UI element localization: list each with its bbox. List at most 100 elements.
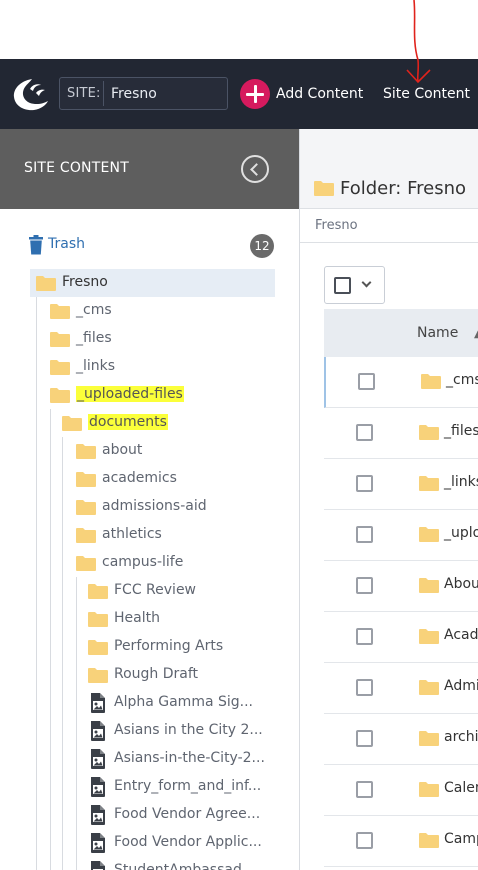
folder-icon	[50, 388, 70, 403]
tree-item-folder[interactable]: about	[0, 437, 290, 465]
sidebar-header: SITE CONTENT	[0, 129, 299, 209]
site-label: SITE:	[67, 86, 101, 101]
tree-item-folder[interactable]: _links	[0, 353, 290, 381]
row-name-link[interactable]: _files	[444, 423, 478, 439]
tree-item-folder[interactable]: Rough Draft	[0, 661, 290, 689]
main-header: Folder: Fresno	[300, 129, 478, 209]
table-header: Name ▲	[324, 309, 478, 357]
folder-icon	[50, 304, 70, 319]
row-name-link[interactable]: Academics	[444, 627, 478, 643]
table-row[interactable]: About	[324, 561, 478, 612]
tree-item-folder[interactable]: _uploaded-files	[0, 381, 290, 409]
breadcrumb-item[interactable]: Fresno	[315, 218, 358, 233]
row-checkbox[interactable]	[356, 526, 373, 543]
tree-item-folder[interactable]: Health	[0, 605, 290, 633]
image-file-icon	[91, 721, 105, 741]
row-checkbox[interactable]	[356, 679, 373, 696]
trash-label: Trash	[48, 236, 85, 252]
sidebar: SITE CONTENT Trash 12 Fresno _cms _files _l…	[0, 129, 300, 870]
table-row[interactable]: archive	[324, 714, 478, 765]
row-checkbox[interactable]	[356, 730, 373, 747]
row-checkbox[interactable]	[356, 781, 373, 798]
select-all-checkbox[interactable]	[334, 277, 351, 294]
tree-item-folder[interactable]: athletics	[0, 521, 290, 549]
row-name-link[interactable]: _cms	[446, 372, 478, 388]
row-name-link[interactable]: Calendar	[444, 780, 478, 796]
tree-item-label: StudentAmbassad...	[114, 862, 256, 870]
row-checkbox[interactable]	[356, 424, 373, 441]
image-file-icon	[91, 805, 105, 825]
tree-item-file[interactable]: Food Vendor Agree...	[0, 801, 290, 829]
table-row[interactable]: Calendar	[324, 765, 478, 816]
tree-item-folder[interactable]: _cms	[0, 297, 290, 325]
column-header-name[interactable]: Name	[417, 325, 458, 341]
tree-item-label: _files	[76, 330, 112, 346]
row-name-link[interactable]: Admissions	[444, 678, 478, 694]
table-row[interactable]: _files	[324, 408, 478, 459]
tree-item-label: _links	[76, 358, 116, 374]
row-name-link[interactable]: About	[444, 576, 478, 592]
tree-item-folder[interactable]: Fresno	[30, 269, 275, 297]
row-checkbox[interactable]	[356, 475, 373, 492]
tree-item-folder[interactable]: academics	[0, 465, 290, 493]
tree-item-label: Performing Arts	[114, 638, 224, 654]
table-row[interactable]: _cms	[324, 357, 478, 408]
tree-item-label: Asians in the City 2...	[114, 722, 263, 738]
folder-icon	[76, 556, 96, 571]
folder-icon	[36, 276, 56, 291]
add-content-button[interactable]: Add Content	[240, 79, 363, 109]
site-content-link[interactable]: Site Content	[383, 86, 470, 102]
folder-icon	[88, 584, 108, 599]
folder-icon	[419, 680, 439, 695]
table-row[interactable]: Academics	[324, 612, 478, 663]
tree-item-file[interactable]: Asians-in-the-City-2...	[0, 745, 290, 773]
row-checkbox[interactable]	[356, 577, 373, 594]
table-row[interactable]: _links	[324, 459, 478, 510]
table-row[interactable]: Campus Life	[324, 816, 478, 867]
tree-item-label: Food Vendor Agree...	[114, 806, 261, 822]
folder-icon	[421, 374, 441, 389]
cascade-logo-icon[interactable]	[10, 75, 50, 113]
row-name-link[interactable]: Campus Life	[444, 831, 478, 847]
row-checkbox[interactable]	[356, 628, 373, 645]
row-name-link[interactable]: _uploaded-files	[444, 525, 478, 541]
tree-item-label: campus-life	[102, 554, 184, 570]
trash-link[interactable]: Trash 12	[28, 233, 278, 258]
row-name-link[interactable]: archive	[444, 729, 478, 745]
collapse-sidebar-icon[interactable]	[241, 155, 269, 183]
tree-item-folder[interactable]: campus-life	[0, 549, 290, 577]
select-all-dropdown[interactable]	[324, 266, 385, 304]
table-row[interactable]: _uploaded-files	[324, 510, 478, 561]
chevron-down-icon	[361, 277, 372, 288]
tree-item-file[interactable]: Asians in the City 2...	[0, 717, 290, 745]
folder-icon	[419, 527, 439, 542]
tree-item-label: athletics	[102, 526, 162, 542]
tree-item-file[interactable]: Food Vendor Applic...	[0, 829, 290, 857]
tree-item-folder[interactable]: FCC Review	[0, 577, 290, 605]
tree-item-label: Rough Draft	[114, 666, 199, 682]
tree-item-folder[interactable]: admissions-aid	[0, 493, 290, 521]
tree-item-label: Food Vendor Applic...	[114, 834, 262, 850]
site-selector[interactable]: SITE: Fresno	[59, 77, 228, 110]
tree-item-folder[interactable]: documents	[0, 409, 290, 437]
folder-icon	[50, 360, 70, 375]
folder-icon	[419, 833, 439, 848]
site-divider	[103, 81, 104, 106]
tree-item-folder[interactable]: Performing Arts	[0, 633, 290, 661]
tree-item-file[interactable]: Alpha Gamma Sig...	[0, 689, 290, 717]
breadcrumb: Fresno	[300, 209, 478, 243]
tree-indent-guide	[76, 577, 77, 870]
row-checkbox[interactable]	[356, 832, 373, 849]
tree-item-file[interactable]: Entry_form_and_inf...	[0, 773, 290, 801]
row-checkbox[interactable]	[358, 373, 375, 390]
folder-icon	[419, 629, 439, 644]
image-file-icon	[91, 749, 105, 769]
tree-item-folder[interactable]: _files	[0, 325, 290, 353]
table-row[interactable]: Admissions	[324, 663, 478, 714]
tree-item-file[interactable]: StudentAmbassad...	[0, 857, 290, 870]
tree-item-label: Fresno	[62, 274, 108, 290]
tree-item-label: FCC Review	[114, 582, 197, 598]
image-file-icon	[91, 833, 105, 853]
row-name-link[interactable]: _links	[444, 474, 478, 490]
site-selector-value[interactable]: Fresno	[111, 86, 157, 102]
